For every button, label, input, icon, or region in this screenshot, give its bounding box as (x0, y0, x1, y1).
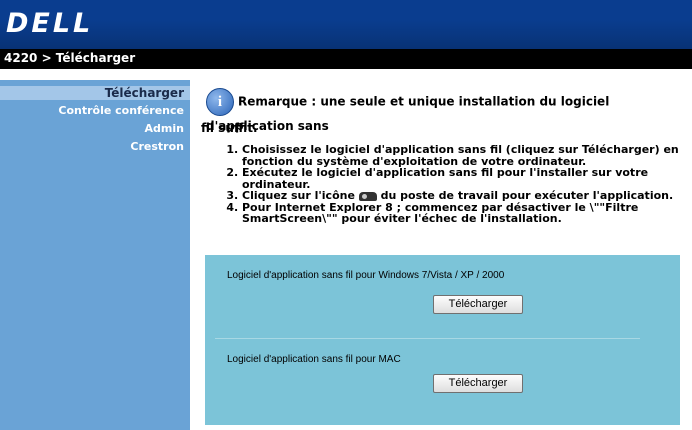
breadcrumb-bar: 4220 > Télécharger (0, 49, 692, 69)
instruction-steps: Choisissez le logiciel d'application san… (218, 144, 692, 225)
projector-icon (358, 191, 377, 201)
remarque-note: i Remarque : une seule et unique installa… (206, 88, 686, 136)
remarque-text-cont: fil suffit. (201, 121, 258, 135)
step-4: Pour Internet Explorer 8 ; commencez par… (242, 201, 692, 225)
dell-logo: DELL (6, 8, 94, 39)
mac-download-title: Logiciel d'application sans fil pour MAC (227, 354, 401, 365)
breadcrumb: 4220 > Télécharger (4, 51, 136, 65)
header-bar: DELL (0, 0, 692, 49)
sidebar-item-telecharger[interactable]: Télécharger (0, 86, 190, 100)
section-divider (215, 338, 640, 339)
info-icon: i (206, 88, 234, 116)
sidebar-item-admin[interactable]: Admin (145, 122, 184, 135)
download-mac-button[interactable]: Télécharger (433, 374, 523, 393)
sidebar: Télécharger Contrôle conférence Admin Cr… (0, 80, 190, 430)
remarque-text: Remarque : une seule et unique installat… (206, 94, 610, 134)
step-3: Cliquez sur l'icône du poste de travail … (242, 190, 692, 202)
windows-download-title: Logiciel d'application sans fil pour Win… (227, 270, 505, 281)
sidebar-item-crestron[interactable]: Crestron (130, 140, 184, 153)
step-1: Choisissez le logiciel d'application san… (242, 144, 692, 167)
sidebar-item-controle-conference[interactable]: Contrôle conférence (58, 104, 184, 117)
download-panel: Logiciel d'application sans fil pour Win… (205, 255, 680, 425)
step-2: Exécutez le logiciel d'application sans … (242, 167, 692, 190)
download-windows-button[interactable]: Télécharger (433, 295, 523, 314)
